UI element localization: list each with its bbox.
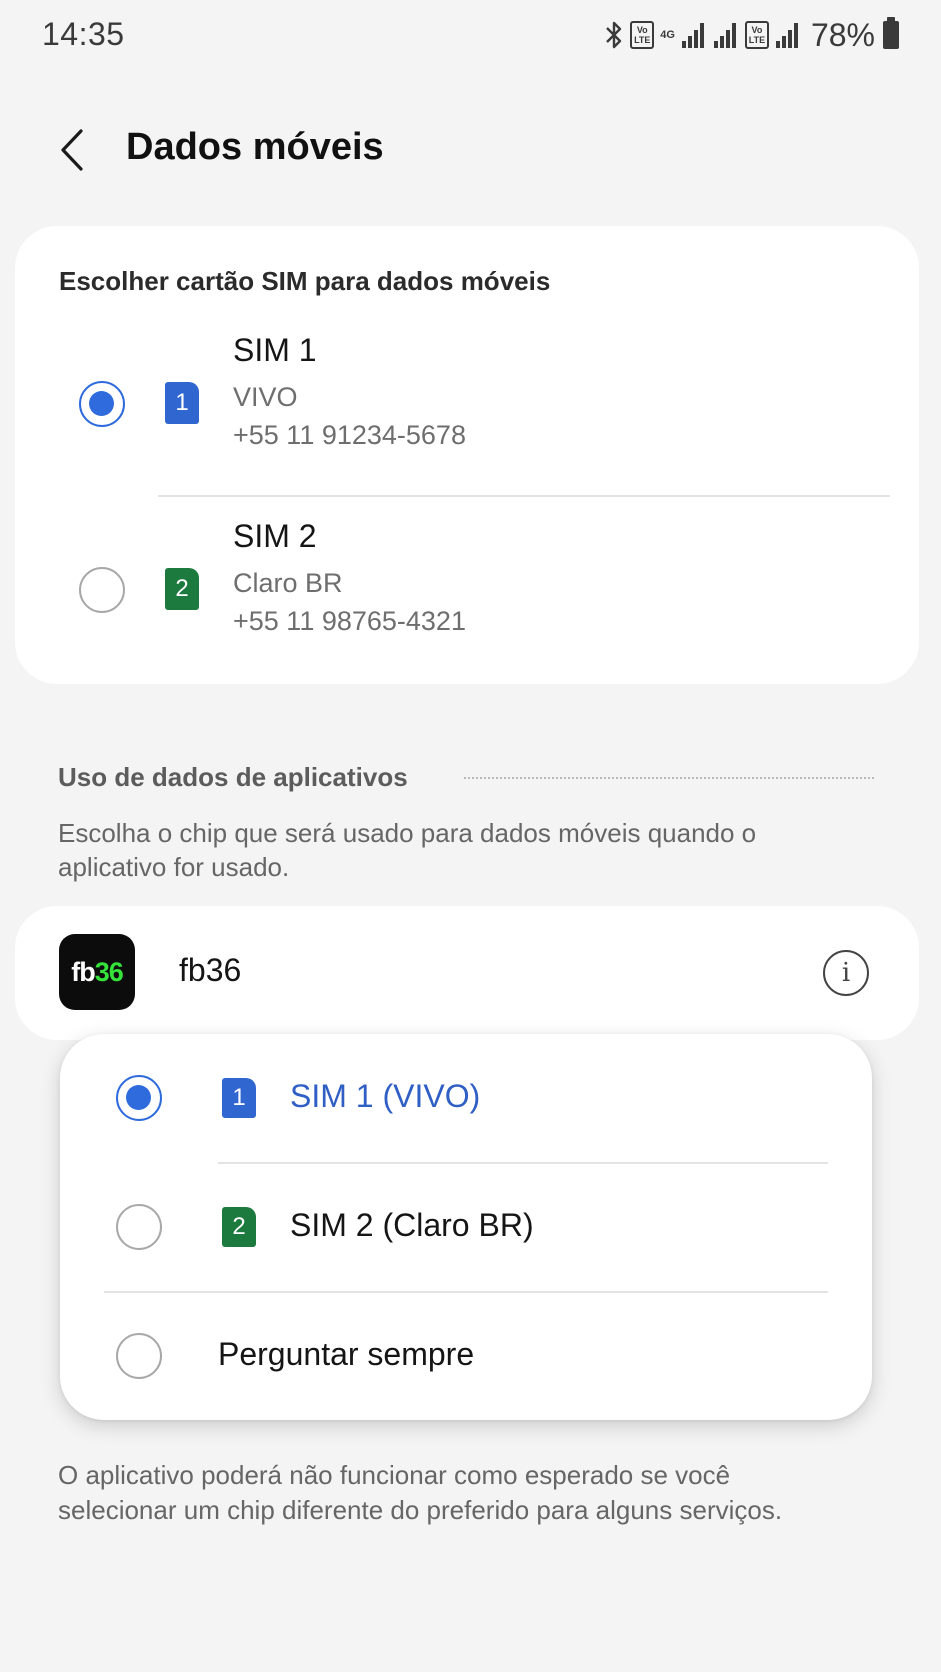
radio-button-ask-always[interactable] xyxy=(116,1333,162,1379)
section-description: Escolha o chip que será usado para dados… xyxy=(58,818,757,882)
volte-icon: Vo LTE xyxy=(744,21,769,49)
status-icons: Vo LTE 4G Vo LTE 78% xyxy=(604,16,899,54)
radio-button-sim2[interactable] xyxy=(116,1204,162,1250)
radio-button-sim1[interactable] xyxy=(116,1075,162,1121)
sim-selection-title: Escolher cartão SIM para dados móveis xyxy=(59,266,551,296)
section-header-app-data: Uso de dados de aplicativos xyxy=(58,762,408,792)
option-label: SIM 1 (VIVO) xyxy=(290,1078,481,1114)
sim-option-sim2[interactable]: 2 SIM 2 Claro BR +55 11 98765-4321 xyxy=(15,508,919,678)
app-name: fb36 xyxy=(179,952,242,988)
back-button[interactable] xyxy=(52,122,92,178)
sim-carrier: VIVO xyxy=(233,382,298,412)
sim-name: SIM 1 xyxy=(233,332,317,368)
status-bar: 14:35 Vo LTE 4G Vo LTE 78% xyxy=(0,0,941,70)
app-icon-text: fb xyxy=(71,956,96,987)
battery-icon xyxy=(883,17,899,49)
app-icon: fb 36 xyxy=(59,934,135,1010)
status-time: 14:35 xyxy=(42,16,125,52)
popup-option-sim1[interactable]: 1 SIM 1 (VIVO) xyxy=(60,1034,872,1162)
volte-icon: Vo LTE xyxy=(630,21,655,49)
app-bar: Dados móveis xyxy=(0,100,941,200)
sim2-icon: 2 xyxy=(222,1207,256,1247)
signal-icon xyxy=(681,21,707,49)
sim2-icon: 2 xyxy=(165,568,199,610)
popup-option-sim2[interactable]: 2 SIM 2 (Claro BR) xyxy=(60,1163,872,1291)
sim1-icon: 1 xyxy=(165,382,199,424)
sim-name: SIM 2 xyxy=(233,518,317,554)
chevron-left-icon xyxy=(61,129,83,171)
bluetooth-icon xyxy=(604,20,624,50)
app-icon-text-accent: 36 xyxy=(94,956,124,987)
divider xyxy=(158,495,890,497)
option-label: SIM 2 (Claro BR) xyxy=(290,1207,534,1243)
page-title: Dados móveis xyxy=(126,126,384,168)
radio-button-sim1[interactable] xyxy=(79,381,125,427)
sim-phone-number: +55 11 91234-5678 xyxy=(233,420,466,450)
sim-carrier: Claro BR xyxy=(233,568,343,598)
sim-selection-card: Escolher cartão SIM para dados móveis 1 … xyxy=(15,226,919,684)
sim-option-sim1[interactable]: 1 SIM 1 VIVO +55 11 91234-5678 xyxy=(15,322,919,492)
app-row-fb36[interactable]: fb 36 fb36 i xyxy=(15,906,919,1040)
sim-phone-number: +55 11 98765-4321 xyxy=(233,606,466,636)
info-icon[interactable]: i xyxy=(823,950,869,996)
section-divider xyxy=(464,777,874,779)
option-label: Perguntar sempre xyxy=(218,1336,475,1372)
mobile-data-screen: 14:35 Vo LTE 4G Vo LTE 78% Dados móveis … xyxy=(0,0,941,1672)
popup-option-ask-always[interactable]: Perguntar sempre xyxy=(60,1292,872,1420)
sim-choice-popup: 1 SIM 1 (VIVO) 2 SIM 2 (Claro BR) Pergun… xyxy=(60,1034,872,1420)
4g-icon: 4G xyxy=(660,29,675,41)
radio-button-sim2[interactable] xyxy=(79,567,125,613)
signal-icon xyxy=(775,21,801,49)
sim1-icon: 1 xyxy=(222,1078,256,1118)
battery-percent: 78% xyxy=(810,16,875,53)
signal-icon xyxy=(713,21,739,49)
footer-note: O aplicativo poderá não funcionar como e… xyxy=(58,1460,783,1525)
